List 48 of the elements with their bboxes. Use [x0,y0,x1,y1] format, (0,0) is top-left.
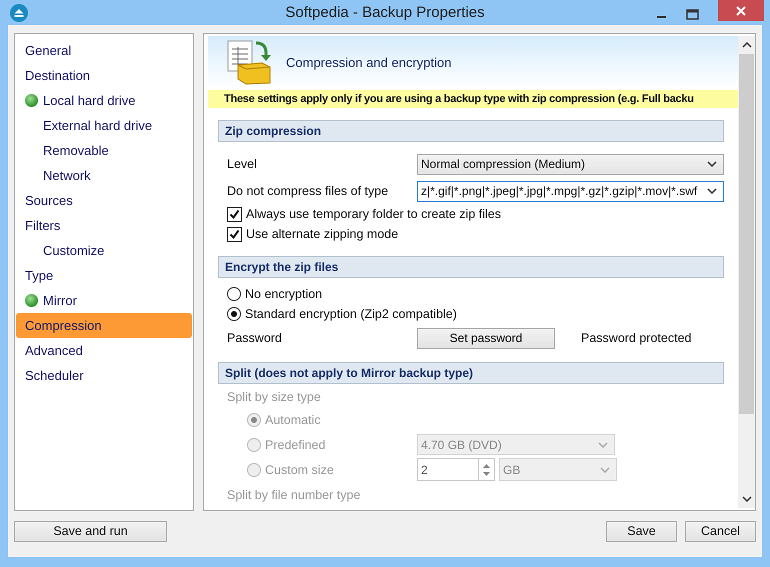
scroll-down-icon[interactable] [742,496,752,502]
footer-button[interactable]: Save [606,520,677,542]
sidebar-item[interactable]: Network [16,163,192,188]
radio-label[interactable]: No encryption [245,287,322,301]
spinner-arrows-icon[interactable] [482,462,491,478]
dropdown[interactable]: z|*.gif|*.png|*.jpeg|*.jpg|*.mpg|*.gz|*.gzip|*.mov|*.swf [417,180,724,202]
close-icon [735,4,747,16]
sidebar-item[interactable]: Removable [16,138,192,163]
dropdown[interactable]: Normal compression (Medium) [417,154,724,174]
save-and-run-button[interactable]: Save and run [14,520,167,542]
scrollbar[interactable] [738,36,755,508]
status-text: Password protected [581,331,692,345]
field-label: Level [227,157,258,171]
scroll-up-icon[interactable] [742,42,752,48]
sidebar-item[interactable]: Type [16,263,192,288]
group-caption: Split by file number type [227,488,360,502]
section-header: Split (does not apply to Mirror backup type) [218,362,724,384]
window-title: Softpedia - Backup Properties [285,4,485,21]
checkbox-label[interactable]: Use alternate zipping mode [246,227,398,241]
sidebar-item[interactable]: External hard drive [16,113,192,138]
group-caption: Split by size type [227,390,321,404]
checkbox-label[interactable]: Always use temporary folder to create zip files [246,207,501,221]
maximize-icon[interactable] [686,9,700,21]
radio-button[interactable] [227,287,241,301]
set-password-button[interactable]: Set password [417,328,555,348]
footer-button[interactable]: Cancel [685,520,756,542]
sidebar-item[interactable]: Scheduler [16,363,192,388]
sidebar-item[interactable]: Local hard drive [16,88,192,113]
sidebar-item[interactable]: Compression [16,313,192,338]
field-label: Do not compress files of type [227,184,390,198]
checkbox[interactable] [227,226,242,242]
sidebar-item[interactable]: Mirror [16,288,192,313]
field-label: Password [227,331,283,345]
sidebar-item[interactable]: Filters [16,213,192,238]
sidebar-item[interactable]: Sources [16,188,192,213]
sidebar-item[interactable]: Customize [16,238,192,263]
sidebar-item[interactable]: General [16,38,192,63]
radio-label[interactable]: Standard encryption (Zip2 compatible) [245,307,457,321]
app-icon [10,4,28,22]
sidebar-item[interactable]: Destination [16,63,192,88]
sidebar-item[interactable]: Advanced [16,338,192,363]
page-title: Compression and encryption [286,54,452,70]
section-header: Zip compression [218,120,724,142]
close-button[interactable] [718,0,764,21]
notice-text: These settings apply only if you are using a backup type with zip compression (e.g. Full backu [224,93,694,105]
section-header: Encrypt the zip files [218,256,724,278]
radio-button[interactable] [227,307,241,321]
checkbox[interactable] [227,206,242,222]
